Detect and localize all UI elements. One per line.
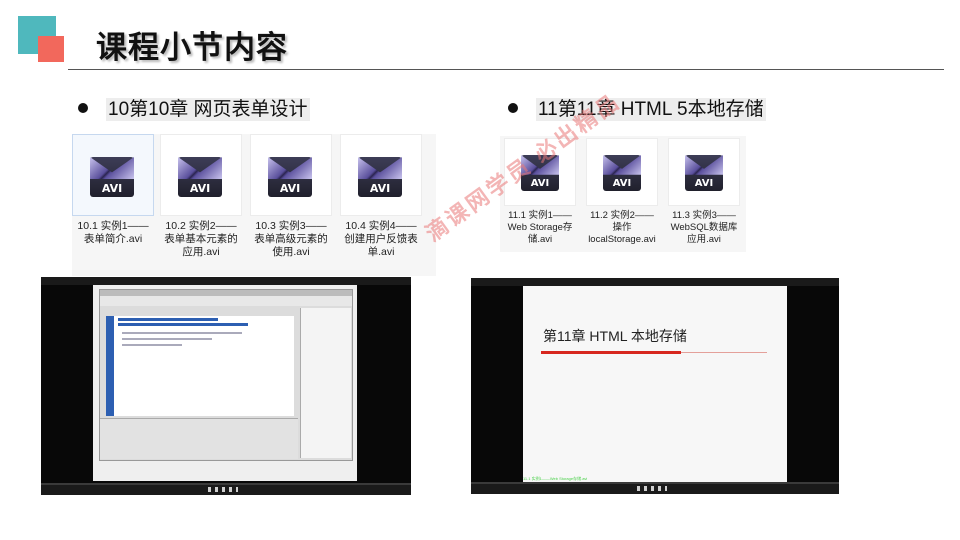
- title-decoration-coral: [38, 36, 64, 62]
- file-name: 10.2 实例2—— 表单基本元素的 应用.avi: [164, 220, 238, 258]
- section-heading-text: 10第10章 网页表单设计: [106, 98, 310, 121]
- bullet-dot-icon: [78, 102, 88, 113]
- avi-video-icon: AVI: [90, 157, 134, 197]
- video-player-left[interactable]: [41, 277, 411, 495]
- page-title: 课程小节内容: [96, 30, 288, 65]
- player-controls[interactable]: [471, 482, 839, 494]
- bullet-dot-icon: [508, 102, 518, 113]
- video-player-right[interactable]: 第11章 HTML 本地存储 11.1 实例1——Web Storage存储.a…: [471, 278, 839, 494]
- file-item-11-2[interactable]: AVI 11.2 实例2—— 操作 localStorage.avi: [584, 138, 660, 246]
- avi-video-icon: AVI: [603, 155, 641, 191]
- file-thumbnail[interactable]: AVI: [586, 138, 658, 206]
- file-name: 10.4 实例4—— 创建用户反馈表 单.avi: [344, 220, 418, 258]
- file-thumbnail[interactable]: AVI: [72, 134, 154, 216]
- file-thumbnail[interactable]: AVI: [668, 138, 740, 206]
- avi-video-icon: AVI: [178, 157, 222, 197]
- file-item-10-3[interactable]: AVI 10.3 实例3—— 表单高级元素的 使用.avi: [250, 134, 332, 259]
- section-heading-ch10: 10第10章 网页表单设计: [78, 94, 310, 121]
- player-title-bar: [471, 278, 839, 286]
- file-item-10-1[interactable]: AVI 10.1 实例1—— 表单简介.avi: [72, 134, 154, 246]
- player-title-bar: [41, 277, 411, 285]
- file-name: 11.3 实例3—— WebSQL数据库 应用.avi: [670, 210, 738, 245]
- play-controls-icon[interactable]: [207, 487, 238, 492]
- file-thumbnail[interactable]: AVI: [160, 134, 242, 216]
- play-controls-icon[interactable]: [636, 486, 667, 491]
- avi-video-icon: AVI: [358, 157, 402, 197]
- slide-title: 第11章 HTML 本地存储: [543, 328, 687, 344]
- progress-bar[interactable]: [41, 483, 411, 485]
- video-frame: 第11章 HTML 本地存储 11.1 实例1——Web Storage存储.a…: [523, 286, 787, 482]
- file-item-10-2[interactable]: AVI 10.2 实例2—— 表单基本元素的 应用.avi: [160, 134, 242, 259]
- file-item-10-4[interactable]: AVI 10.4 实例4—— 创建用户反馈表 单.avi: [340, 134, 422, 259]
- title-divider: [68, 69, 944, 70]
- video-frame: [93, 285, 357, 481]
- slide-accent-bar: [541, 351, 681, 354]
- file-name: 11.1 实例1—— Web Storage存 储.avi: [507, 210, 573, 245]
- file-name: 11.2 实例2—— 操作 localStorage.avi: [588, 210, 656, 245]
- player-controls[interactable]: [41, 483, 411, 495]
- section-heading-ch11: 11第11章 HTML 5本地存储: [508, 94, 766, 121]
- slide-divider: [681, 352, 767, 353]
- file-item-11-3[interactable]: AVI 11.3 实例3—— WebSQL数据库 应用.avi: [666, 138, 742, 246]
- avi-video-icon: AVI: [268, 157, 312, 197]
- file-name: 10.3 实例3—— 表单高级元素的 使用.avi: [254, 220, 328, 258]
- file-name: 10.1 实例1—— 表单简介.avi: [77, 220, 149, 245]
- file-list-ch10: AVI 10.1 实例1—— 表单简介.avi AVI 10.2 实例2—— 表…: [72, 134, 436, 276]
- file-thumbnail[interactable]: AVI: [340, 134, 422, 216]
- progress-bar[interactable]: [471, 482, 839, 484]
- avi-video-icon: AVI: [685, 155, 723, 191]
- editor-window: [99, 289, 353, 461]
- file-thumbnail[interactable]: AVI: [250, 134, 332, 216]
